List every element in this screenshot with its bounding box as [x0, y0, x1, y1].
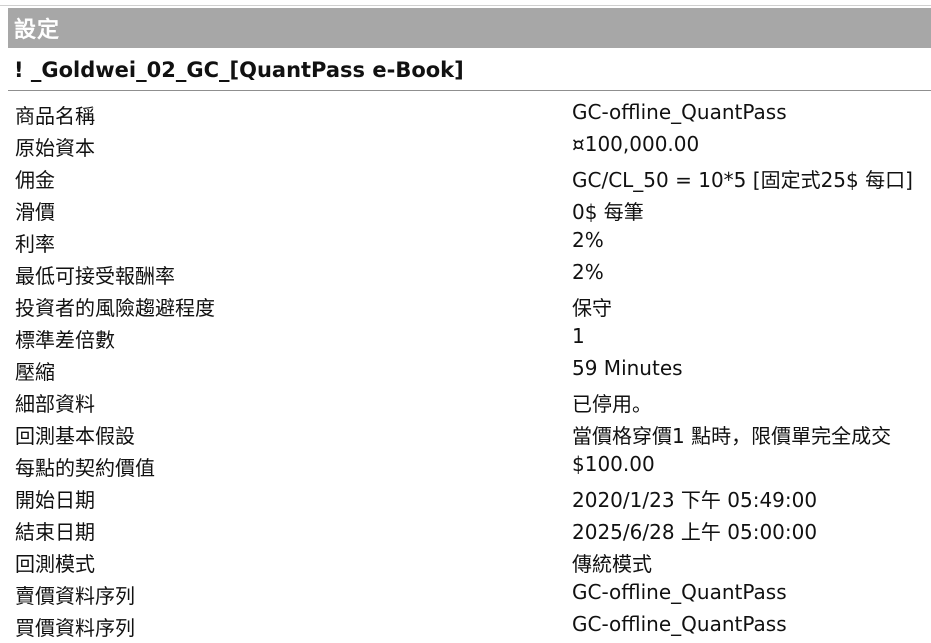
setting-label: 結束日期	[15, 520, 95, 544]
settings-row-bid-series: 買價資料序列 GC-offline_QuantPass	[0, 610, 931, 642]
strategy-divider	[8, 90, 931, 91]
setting-value: 2%	[572, 228, 604, 252]
setting-label: 買價資料序列	[15, 616, 135, 640]
setting-label: 最低可接受報酬率	[15, 264, 175, 288]
setting-label: 回測模式	[15, 552, 95, 576]
settings-row-symbol: 商品名稱 GC-offline_QuantPass	[0, 98, 931, 130]
setting-label: 佣金	[15, 168, 55, 192]
setting-label: 每點的契約價值	[15, 456, 155, 480]
settings-row-slippage: 滑價 0$ 每筆	[0, 194, 931, 226]
setting-value: GC-offline_QuantPass	[572, 100, 787, 124]
setting-label: 利率	[15, 232, 55, 256]
settings-row-detail-data: 細部資料 已停用。	[0, 386, 931, 418]
setting-value: 保守	[572, 296, 612, 320]
section-header: 設定	[8, 8, 931, 48]
setting-value: $100.00	[572, 452, 655, 476]
settings-row-compression: 壓縮 59 Minutes	[0, 354, 931, 386]
setting-value: GC-offline_QuantPass	[572, 580, 787, 604]
settings-row-initial-capital: 原始資本 ¤100,000.00	[0, 130, 931, 162]
settings-row-end-date: 結束日期 2025/6/28 上午 05:00:00	[0, 514, 931, 546]
setting-label: 原始資本	[15, 136, 95, 160]
setting-value: 0$ 每筆	[572, 200, 644, 224]
setting-label: 投資者的風險趨避程度	[15, 296, 215, 320]
setting-label: 壓縮	[15, 360, 55, 384]
setting-label: 回測基本假設	[15, 424, 135, 448]
strategy-name: ! _Goldwei_02_GC_[QuantPass e-Book]	[14, 58, 464, 82]
setting-value: 59 Minutes	[572, 356, 683, 380]
settings-row-interest-rate: 利率 2%	[0, 226, 931, 258]
settings-row-min-return: 最低可接受報酬率 2%	[0, 258, 931, 290]
settings-row-commission: 佣金 GC/CL_50 = 10*5 [固定式25$ 每口]	[0, 162, 931, 194]
setting-value: 1	[572, 324, 585, 348]
settings-row-point-value: 每點的契約價值 $100.00	[0, 450, 931, 482]
setting-value: 2025/6/28 上午 05:00:00	[572, 520, 818, 544]
settings-row-std-multiplier: 標準差倍數 1	[0, 322, 931, 354]
settings-table: 商品名稱 GC-offline_QuantPass 原始資本 ¤100,000.…	[0, 98, 931, 642]
setting-value: ¤100,000.00	[572, 132, 700, 156]
setting-value: 2020/1/23 下午 05:49:00	[572, 488, 818, 512]
settings-row-risk-aversion: 投資者的風險趨避程度 保守	[0, 290, 931, 322]
setting-value: 傳統模式	[572, 552, 652, 576]
settings-row-ask-series: 賣價資料序列 GC-offline_QuantPass	[0, 578, 931, 610]
setting-label: 滑價	[15, 200, 55, 224]
setting-value: GC-offline_QuantPass	[572, 612, 787, 636]
setting-label: 標準差倍數	[15, 328, 115, 352]
setting-label: 商品名稱	[15, 104, 95, 128]
settings-row-backtest-mode: 回測模式 傳統模式	[0, 546, 931, 578]
setting-value: 2%	[572, 260, 604, 284]
setting-label: 細部資料	[15, 392, 95, 416]
setting-value: 已停用。	[572, 392, 652, 416]
section-title: 設定	[14, 18, 61, 43]
top-border	[0, 5, 931, 6]
setting-value: 當價格穿價1 點時，限價單完全成交	[572, 424, 892, 448]
setting-label: 開始日期	[15, 488, 95, 512]
settings-row-backtest-assumption: 回測基本假設 當價格穿價1 點時，限價單完全成交	[0, 418, 931, 450]
setting-label: 賣價資料序列	[15, 584, 135, 608]
setting-value: GC/CL_50 = 10*5 [固定式25$ 每口]	[572, 168, 913, 192]
settings-row-start-date: 開始日期 2020/1/23 下午 05:49:00	[0, 482, 931, 514]
